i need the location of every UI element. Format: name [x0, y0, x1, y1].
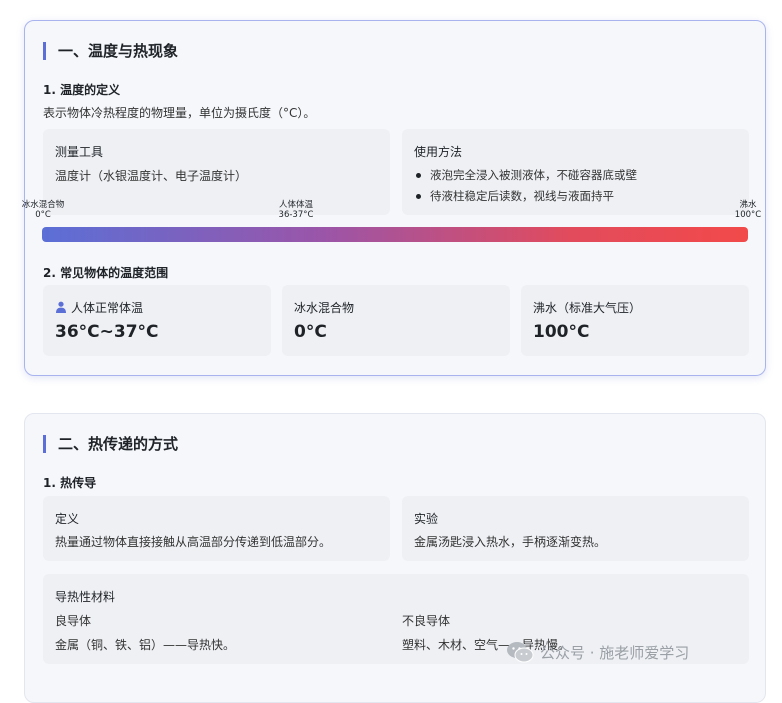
range-label: 冰水混合物	[294, 301, 355, 315]
definition-label: 定义	[55, 512, 80, 526]
scale-marker-name: 沸水	[739, 200, 757, 210]
usage-box: 使用方法 液泡完全浸入被测液体，不碰容器底或壁 待液柱稳定后读数，视线与液面持平	[402, 129, 749, 215]
watermark: 公众号 · 施老师爱学习	[506, 640, 689, 664]
scale-marker-boiling: 沸水 100°C	[734, 200, 762, 220]
range-value: 36°C~37°C	[55, 322, 159, 342]
good-conductor-title: 良导体	[55, 614, 92, 628]
materials-label: 导热性材料	[55, 590, 116, 604]
good-conductor-body: 金属（铜、铁、铝）——导热快。	[55, 638, 236, 652]
usage-label: 使用方法	[414, 145, 463, 159]
scale-marker-value: 36-37°C	[278, 210, 314, 220]
tools-label: 测量工具	[55, 145, 104, 159]
scale-marker-name: 冰水混合物	[21, 200, 65, 210]
usage-item: 液泡完全浸入被测液体，不碰容器底或壁	[414, 165, 637, 186]
range-label-text: 人体正常体温	[71, 301, 144, 315]
tools-body: 温度计（水银温度计、电子温度计）	[55, 169, 248, 183]
range-card-boiling-water: 沸水（标准大气压） 100°C	[521, 285, 749, 356]
scale-marker-ice: 冰水混合物 0°C	[18, 200, 68, 220]
section-title: 一、温度与热现象	[43, 42, 178, 60]
range-label: 沸水（标准大气压）	[533, 301, 642, 315]
temperature-section-card: 一、温度与热现象 1. 温度的定义 表示物体冷热程度的物理量，单位为摄氏度（°C…	[24, 20, 766, 376]
subsection-title-conduction: 1. 热传导	[43, 476, 97, 490]
experiment-box: 实验 金属汤匙浸入热水，手柄逐渐变热。	[402, 496, 749, 561]
range-card-ice-water: 冰水混合物 0°C	[282, 285, 510, 356]
experiment-body: 金属汤匙浸入热水，手柄逐渐变热。	[414, 535, 607, 549]
scale-marker-name: 人体体温	[278, 200, 313, 210]
range-label: 人体正常体温	[55, 299, 143, 316]
conduction-definition-box: 定义 热量通过物体直接接触从高温部分传递到低温部分。	[43, 496, 390, 561]
section-title: 二、热传递的方式	[43, 435, 178, 453]
watermark-text: 公众号 · 施老师爱学习	[540, 643, 690, 662]
scale-marker-body: 人体体温 36-37°C	[271, 200, 321, 220]
usage-item: 待液柱稳定后读数，视线与液面持平	[414, 186, 637, 207]
definition-text: 表示物体冷热程度的物理量，单位为摄氏度（°C）。	[43, 106, 316, 120]
range-value: 100°C	[533, 322, 590, 342]
range-card-body-temp: 人体正常体温 36°C~37°C	[43, 285, 271, 356]
scale-marker-value: 100°C	[734, 210, 762, 220]
usage-list: 液泡完全浸入被测液体，不碰容器底或壁 待液柱稳定后读数，视线与液面持平	[414, 165, 637, 207]
experiment-label: 实验	[414, 512, 439, 526]
definition-body: 热量通过物体直接接触从高温部分传递到低温部分。	[55, 535, 332, 549]
range-value: 0°C	[294, 322, 327, 342]
wechat-icon	[507, 642, 534, 663]
tools-box: 测量工具 温度计（水银温度计、电子温度计）	[43, 129, 390, 215]
temperature-gradient-bar	[42, 227, 748, 242]
subsection-title-definition: 1. 温度的定义	[43, 83, 121, 97]
scale-marker-value: 0°C	[35, 210, 51, 220]
person-icon	[56, 301, 66, 313]
subsection-title-ranges: 2. 常见物体的温度范围	[43, 266, 169, 280]
poor-conductor-title: 不良导体	[402, 614, 451, 628]
